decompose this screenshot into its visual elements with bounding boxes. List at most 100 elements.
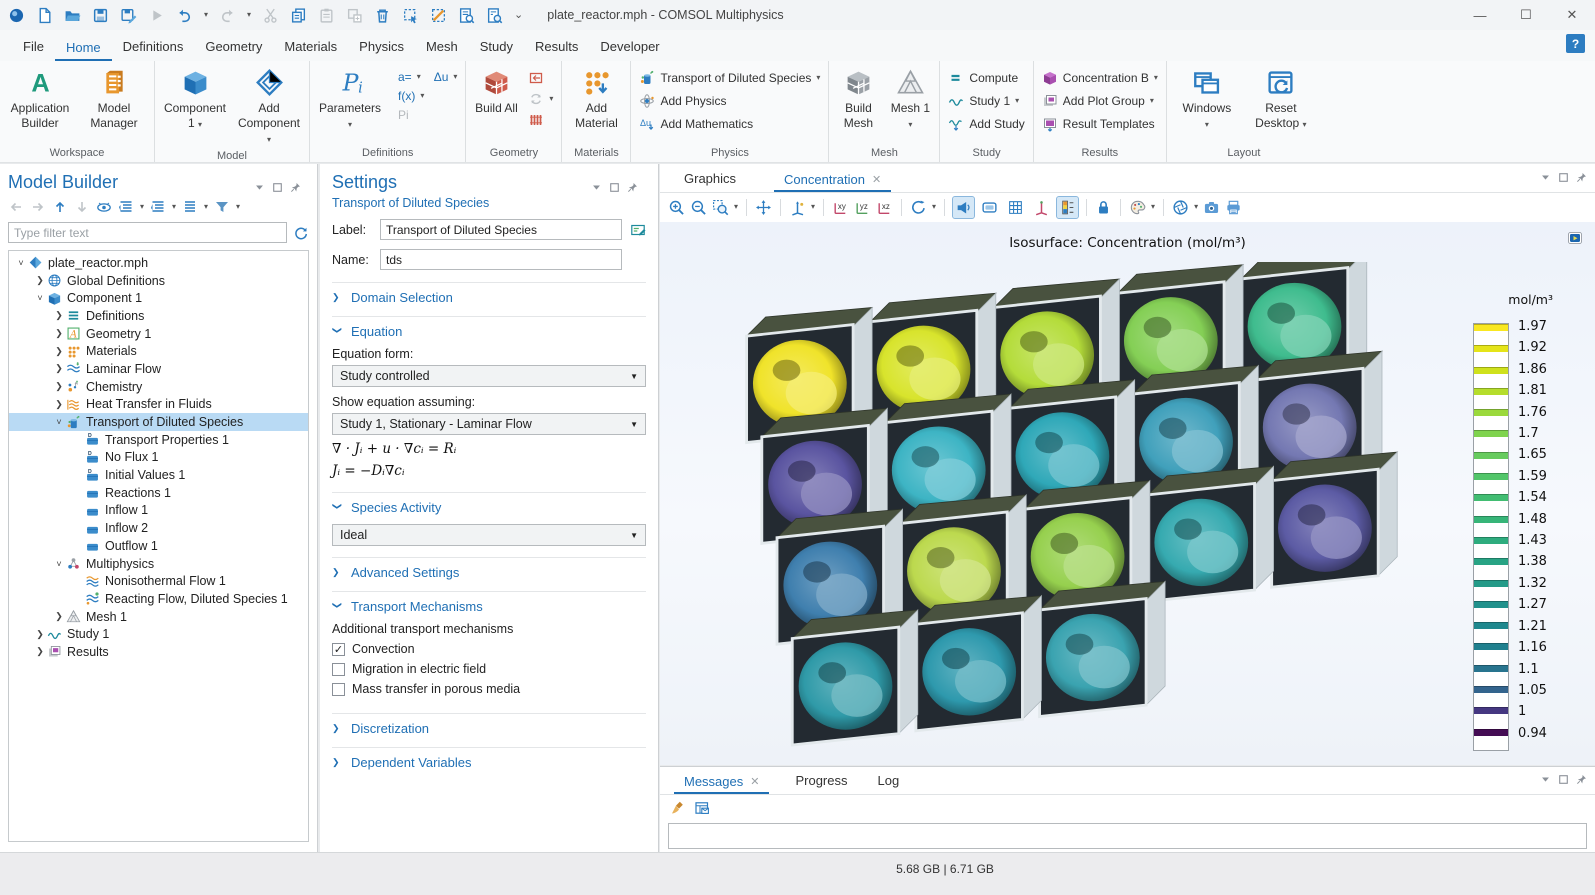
tree-item-materials[interactable]: ❯Materials [9,342,308,360]
checkbox-convection[interactable]: ✓Convection [332,642,646,656]
undo-caret-icon[interactable]: ▾ [204,11,208,19]
panel-menu-icon[interactable] [1540,172,1551,183]
close-tab-icon[interactable]: ✕ [750,775,759,788]
tree-item-initial-values-1[interactable]: DInitial Values 1 [9,466,308,484]
windows-button[interactable]: Windows▾ [1171,63,1243,133]
add-plot-group-button[interactable]: Add Plot Group▾ [1038,92,1162,110]
tree-item-inflow-2[interactable]: Inflow 2 [9,519,308,537]
orientation-toggle[interactable] [1031,197,1052,218]
tree-item-no-flux-1[interactable]: DNo Flux 1 [9,449,308,467]
add-mathematics-button[interactable]: ΔuAdd Mathematics [635,115,824,133]
plot-area[interactable]: Isosurface: Concentration (mol/m³) mol/m… [660,222,1595,765]
panel-menu-icon[interactable] [1540,774,1551,785]
panel-pin-icon[interactable] [627,182,638,193]
panel-float-icon[interactable] [1558,774,1569,785]
reset-desktop-button[interactable]: Reset Desktop ▾ [1245,63,1317,133]
update-geometry-button[interactable]: ▾ [524,90,557,108]
tab-home[interactable]: Home [55,34,112,62]
tree-item-heat-transfer-in-fluids[interactable]: ❯Heat Transfer in Fluids [9,396,308,414]
result-templates-button[interactable]: Result Templates [1038,115,1162,133]
tree-item-definitions[interactable]: ❯Definitions [9,307,308,325]
section-header-advanced-settings[interactable]: ❯Advanced Settings [332,565,646,580]
expand-arrow-icon[interactable]: ❯ [53,310,65,321]
expand-icon[interactable] [150,199,166,215]
grid-toggle[interactable] [1005,197,1026,218]
tree-item-transport-of-diluted-species[interactable]: ˅Transport of Diluted Species [9,413,308,431]
paste-icon[interactable] [318,7,335,24]
tab-progress[interactable]: Progress [785,768,857,794]
checkbox-porous-media[interactable]: Mass transfer in porous media [332,682,646,696]
build-mesh-button[interactable]: Build Mesh [833,63,883,133]
rename-icon[interactable] [630,222,646,238]
panel-pin-icon[interactable] [1576,774,1587,785]
expand-arrow-icon[interactable]: ❯ [53,611,65,622]
collapse-arrow-icon[interactable]: ˅ [34,293,46,303]
view-yz-icon[interactable]: yz [854,199,871,216]
messages-output[interactable] [668,823,1587,849]
tree-item-chemistry[interactable]: ❯Chemistry [9,378,308,396]
tree-item-results[interactable]: ❯Results [9,643,308,661]
go-to-view-icon[interactable] [789,199,806,216]
copy-icon[interactable] [290,7,307,24]
expand-arrow-icon[interactable]: ❯ [53,328,65,339]
open-file-icon[interactable] [64,7,81,24]
view-xy-icon[interactable]: xy [832,199,849,216]
tree-item-geometry-1[interactable]: ❯AGeometry 1 [9,325,308,343]
tab-physics[interactable]: Physics [348,33,415,61]
section-header-discretization[interactable]: ❯Discretization [332,721,646,736]
panel-float-icon[interactable] [609,182,620,193]
tree-item-component-1[interactable]: ˅Component 1 [9,289,308,307]
panel-pin-icon[interactable] [1576,172,1587,183]
plot-group-button[interactable]: Concentration B▾ [1038,69,1162,87]
equation-form-select[interactable]: Study controlled▼ [332,365,646,387]
delete-icon[interactable] [374,7,391,24]
add-physics-button[interactable]: Add Physics [635,92,824,110]
tree-item-reacting-flow-diluted-species-1[interactable]: Reacting Flow, Diluted Species 1 [9,590,308,608]
filter-icon[interactable] [214,199,230,215]
tree-item-inflow-1[interactable]: Inflow 1 [9,502,308,520]
tab-log[interactable]: Log [868,768,910,794]
physics-interface-button[interactable]: Transport of Diluted Species▾ [635,69,824,87]
move-down-icon[interactable] [74,199,90,215]
preview-report-alt-icon[interactable] [486,7,503,24]
clear-selection-icon[interactable] [430,7,447,24]
tab-results[interactable]: Results [524,33,589,61]
tree-item-global-definitions[interactable]: ❯Global Definitions [9,272,308,290]
checkbox-migration[interactable]: Migration in electric field [332,662,646,676]
undo-icon[interactable] [176,7,193,24]
qat-customize-icon[interactable]: ⌄ [514,10,523,21]
add-study-button[interactable]: Add Study [944,115,1028,133]
label-field-input[interactable] [380,219,622,240]
new-file-icon[interactable] [36,7,53,24]
cut-icon[interactable] [262,7,279,24]
refresh-icon[interactable] [293,225,309,241]
add-material-button[interactable]: Add Material [566,63,626,133]
lock-icon[interactable] [1095,199,1112,216]
tree-item-nonisothermal-flow-1[interactable]: Nonisothermal Flow 1 [9,572,308,590]
tab-study[interactable]: Study [469,33,524,61]
color-palette-icon[interactable] [1129,199,1146,216]
move-up-icon[interactable] [52,199,68,215]
scene-light-toggle[interactable] [979,197,1000,218]
panel-float-icon[interactable] [272,182,283,193]
expand-arrow-icon[interactable]: ❯ [53,363,65,374]
tab-file[interactable]: File [12,33,55,61]
clear-messages-icon[interactable] [670,800,686,816]
parameter-case-button[interactable]: Pi [394,107,461,123]
panel-pin-icon[interactable] [290,182,301,193]
collapse-icon[interactable] [118,199,134,215]
expand-arrow-icon[interactable]: ❯ [53,399,65,410]
tab-graphics[interactable]: Graphics [674,166,746,192]
tab-geometry[interactable]: Geometry [194,33,273,61]
functions-button[interactable]: f(x)▾ [394,88,461,104]
color-legend-toggle[interactable] [1057,197,1078,218]
duplicate-icon[interactable] [346,7,363,24]
expand-arrow-icon[interactable]: ❯ [53,346,65,357]
species-activity-select[interactable]: Ideal▼ [332,524,646,546]
tree-item-transport-properties-1[interactable]: DTransport Properties 1 [9,431,308,449]
tab-messages[interactable]: Messages✕ [674,769,769,795]
tree-item-study-1[interactable]: ❯Study 1 [9,625,308,643]
collapse-arrow-icon[interactable]: ˅ [53,559,65,569]
minimize-button[interactable]: — [1457,0,1503,30]
section-header-transport-mechanisms[interactable]: ❯Transport Mechanisms [332,599,646,614]
